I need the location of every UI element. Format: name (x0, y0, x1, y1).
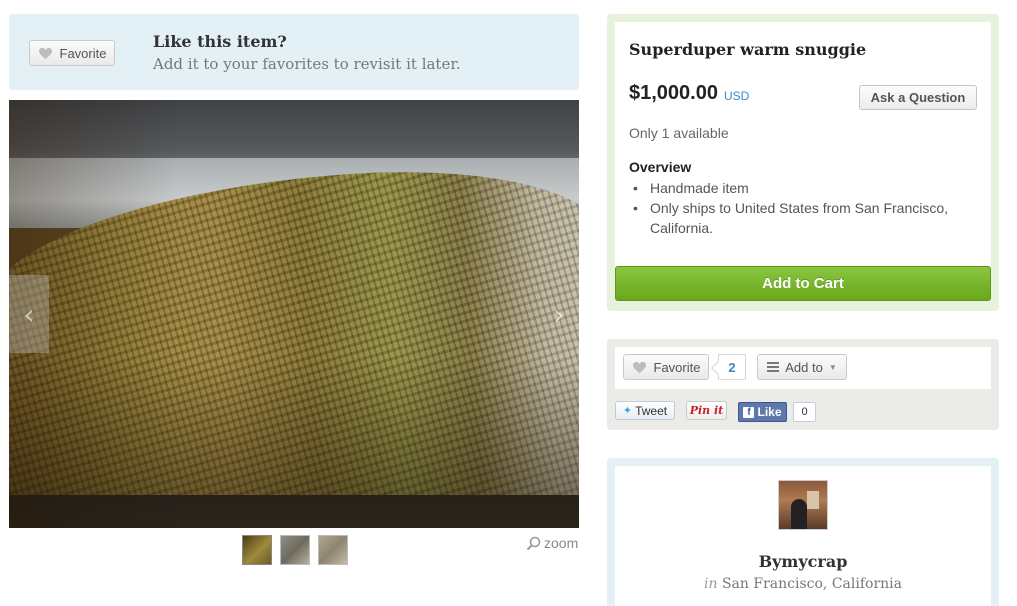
favorite-button-label: Favorite (59, 45, 107, 61)
overview-item: Handmade item (629, 178, 979, 198)
overview-list: Handmade item Only ships to United State… (629, 178, 979, 238)
twitter-bird-icon: ✦ (622, 405, 633, 417)
buy-box: Superduper warm snuggie $1,000.00 USD As… (607, 14, 999, 311)
chevron-left-icon: ‹ (23, 297, 35, 331)
like-label: Like (757, 405, 782, 419)
currency-code[interactable]: USD (724, 89, 749, 103)
next-photo-button[interactable]: › (539, 275, 579, 353)
chevron-right-icon: › (553, 297, 565, 331)
shop-location: in San Francisco, California (615, 576, 991, 592)
tweet-button[interactable]: ✦ Tweet (615, 401, 675, 420)
like-count: 0 (793, 402, 816, 422)
photo-shading (9, 100, 579, 528)
facebook-icon: f (743, 406, 755, 418)
ask-question-button[interactable]: Ask a Question (859, 85, 977, 110)
heart-icon (38, 47, 52, 59)
shop-box: Bymycrap in San Francisco, California (607, 458, 999, 606)
caret-down-icon: ▼ (828, 362, 837, 372)
add-to-label: Add to (785, 359, 823, 375)
shop-avatar[interactable] (778, 480, 828, 530)
favorite-banner-title: Like this item? (153, 32, 287, 51)
location-prefix: in (704, 576, 718, 592)
overview-heading: Overview (629, 159, 692, 175)
buy-box-details: Superduper warm snuggie $1,000.00 USD As… (615, 22, 991, 270)
favorite-count[interactable]: 2 (718, 354, 746, 380)
list-icon (767, 362, 780, 372)
location-text: San Francisco, California (721, 576, 902, 592)
avatar-detail (807, 491, 819, 509)
favorite-item-label: Favorite (653, 359, 701, 375)
main-listing-photo[interactable]: ‹ › (9, 100, 579, 528)
zoom-label: zoom (544, 535, 579, 551)
avatar-figure (791, 499, 807, 529)
thumbnail-2[interactable] (280, 535, 310, 565)
favorite-banner: Favorite Like this item? Add it to your … (9, 14, 579, 90)
magnifier-icon (526, 536, 541, 550)
shop-name[interactable]: Bymycrap (615, 552, 991, 571)
previous-photo-button[interactable]: ‹ (9, 275, 49, 353)
favorite-button[interactable]: Favorite (29, 40, 115, 66)
favorite-banner-subtitle: Add it to your favorites to revisit it l… (153, 55, 461, 73)
shop-info: Bymycrap in San Francisco, California (615, 466, 991, 606)
thumbnail-strip (242, 535, 348, 565)
add-to-cart-button[interactable]: Add to Cart (615, 266, 991, 301)
pin-it-button[interactable]: Pin it (686, 401, 727, 420)
listing-title: Superduper warm snuggie (629, 40, 867, 59)
social-actions-box: Favorite 2 Add to ▼ ✦ Tweet Pin it f Lik… (607, 339, 999, 430)
favorite-item-button[interactable]: Favorite (623, 354, 709, 380)
heart-icon (632, 361, 646, 373)
zoom-button[interactable]: zoom (526, 535, 578, 551)
availability-text: Only 1 available (629, 125, 729, 141)
social-actions-row: Favorite 2 Add to ▼ (615, 347, 991, 389)
listing-price: $1,000.00 (629, 82, 718, 104)
facebook-like-button[interactable]: f Like (738, 402, 787, 422)
thumbnail-1[interactable] (242, 535, 272, 565)
add-to-list-button[interactable]: Add to ▼ (757, 354, 847, 380)
thumbnail-3[interactable] (318, 535, 348, 565)
tweet-label: Tweet (635, 403, 668, 418)
overview-item: Only ships to United States from San Fra… (629, 198, 979, 238)
